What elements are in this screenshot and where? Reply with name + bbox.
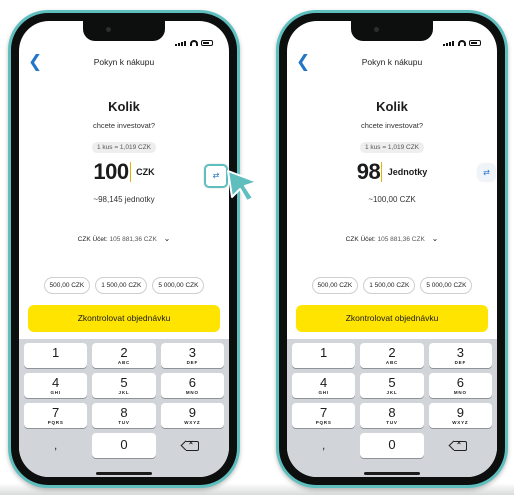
phone-mockup-right: ❮ Pokyn k nákupu Kolik chcete investovat…: [276, 10, 508, 488]
account-selector[interactable]: CZK Účet: 105 881,36 CZK ⌄: [19, 234, 229, 243]
notch: [83, 21, 165, 41]
nav-title: Pokyn k nákupu: [361, 57, 423, 67]
nav-bar: ❮ Pokyn k nákupu: [287, 51, 497, 73]
backspace-icon[interactable]: ×: [429, 433, 492, 458]
quick-amount-chips: 500,00 CZK 1 500,00 CZK 5 000,00 CZK: [19, 277, 229, 294]
key-0[interactable]: 0: [92, 433, 156, 458]
key-4[interactable]: 4 GHI: [24, 373, 88, 398]
key-7[interactable]: 7 PQRS: [292, 403, 356, 428]
account-balance: 105 881,36 CZK: [109, 236, 157, 243]
camera-icon: [374, 27, 379, 32]
page-subtitle: chcete investovat?: [92, 121, 156, 130]
phone-mockup-left: ❮ Pokyn k nákupu Kolik chcete investovat…: [8, 10, 240, 488]
status-bar-icons: [443, 28, 481, 46]
signal-icon: [443, 28, 455, 46]
key-3[interactable]: 3 DEF: [428, 343, 492, 368]
notch: [351, 21, 433, 41]
account-label: CZK Účet:: [345, 236, 376, 243]
amount-input[interactable]: 100 CZK: [19, 159, 229, 185]
converted-amount: ~100,00 CZK: [368, 195, 416, 204]
quick-amount-chips: 500,00 CZK 1 500,00 CZK 5 000,00 CZK: [287, 277, 497, 294]
key-8[interactable]: 8 TUV: [92, 403, 156, 428]
account-label: CZK Účet:: [77, 236, 108, 243]
rate-badge: 1 kus = 1,019 CZK: [91, 142, 156, 153]
key-6[interactable]: 6 MNO: [160, 373, 224, 398]
page-title: Kolik: [376, 99, 408, 114]
text-cursor: [129, 162, 131, 182]
key-9[interactable]: 9 WXYZ: [160, 403, 224, 428]
phone-screen: ❮ Pokyn k nákupu Kolik chcete investovat…: [287, 21, 497, 477]
home-indicator: [96, 472, 152, 475]
wifi-icon: [458, 40, 466, 46]
converted-amount: ~98,145 jednotky: [93, 195, 155, 204]
backspace-icon[interactable]: ×: [161, 433, 224, 458]
text-cursor: [381, 162, 383, 182]
signal-icon: [175, 28, 187, 46]
key-2[interactable]: 2 ABC: [92, 343, 156, 368]
amount-unit: CZK: [136, 167, 155, 177]
page-subtitle: chcete investovat?: [360, 121, 424, 130]
cursor-pointer-icon: [227, 170, 258, 202]
chip-500[interactable]: 500,00 CZK: [311, 277, 359, 294]
chip-1500[interactable]: 1 500,00 CZK: [363, 277, 416, 294]
numeric-keypad: 1 2 ABC 3 DEF 4 GHI 5 JKL 6 MNO 7 PQRS 8 TUV 9W…: [287, 339, 497, 477]
phone-bezel: ❮ Pokyn k nákupu Kolik chcete investovat…: [279, 13, 505, 485]
chip-1500[interactable]: 1 500,00 CZK: [95, 277, 148, 294]
rate-badge: 1 kus = 1,019 CZK: [359, 142, 424, 153]
key-5[interactable]: 5 JKL: [92, 373, 156, 398]
battery-icon: [201, 40, 213, 46]
chip-5000[interactable]: 5 000,00 CZK: [152, 277, 205, 294]
phone-screen: ❮ Pokyn k nákupu Kolik chcete investovat…: [19, 21, 229, 477]
amount-value: 100: [93, 159, 129, 184]
account-selector[interactable]: CZK Účet: 105 881,36 CZK ⌄: [287, 234, 497, 243]
status-bar-icons: [175, 28, 213, 46]
chevron-down-icon: ⌄: [431, 234, 439, 243]
key-3[interactable]: 3 DEF: [160, 343, 224, 368]
chevron-down-icon: ⌄: [163, 234, 171, 243]
battery-icon: [469, 40, 481, 46]
key-7[interactable]: 7 PQRS: [24, 403, 88, 428]
nav-title: Pokyn k nákupu: [93, 57, 155, 67]
key-1[interactable]: 1: [292, 343, 356, 368]
chip-500[interactable]: 500,00 CZK: [43, 277, 91, 294]
key-2[interactable]: 2 ABC: [360, 343, 424, 368]
account-balance: 105 881,36 CZK: [377, 236, 425, 243]
amount-value: 98: [356, 159, 381, 184]
key-4[interactable]: 4 GHI: [292, 373, 356, 398]
chip-5000[interactable]: 5 000,00 CZK: [420, 277, 473, 294]
key-8[interactable]: 8 TUV: [360, 403, 424, 428]
nav-bar: ❮ Pokyn k nákupu: [19, 51, 229, 73]
key-0[interactable]: 0: [360, 433, 424, 458]
key-6[interactable]: 6 MNO: [428, 373, 492, 398]
wifi-icon: [190, 40, 198, 46]
amount-unit: Jednotky: [387, 167, 428, 177]
page-title: Kolik: [108, 99, 140, 114]
phone-bezel: ❮ Pokyn k nákupu Kolik chcete investovat…: [11, 13, 237, 485]
review-order-button[interactable]: Zkontrolovat objednávku: [28, 305, 220, 332]
key-comma[interactable]: ,: [24, 433, 87, 458]
swap-arrows-icon[interactable]: ⇄: [478, 164, 495, 181]
key-5[interactable]: 5 JKL: [360, 373, 424, 398]
key-1[interactable]: 1: [24, 343, 88, 368]
amount-input[interactable]: 98 Jednotky: [287, 159, 497, 185]
camera-icon: [106, 27, 111, 32]
key-9[interactable]: 9 WXYZ: [428, 403, 492, 428]
numeric-keypad: 1 2 ABC 3 DEF 4 GHI 5 JKL 6 MNO 7 PQRS 8 TUV 9W…: [19, 339, 229, 477]
key-comma[interactable]: ,: [292, 433, 355, 458]
review-order-button[interactable]: Zkontrolovat objednávku: [296, 305, 488, 332]
home-indicator: [364, 472, 420, 475]
